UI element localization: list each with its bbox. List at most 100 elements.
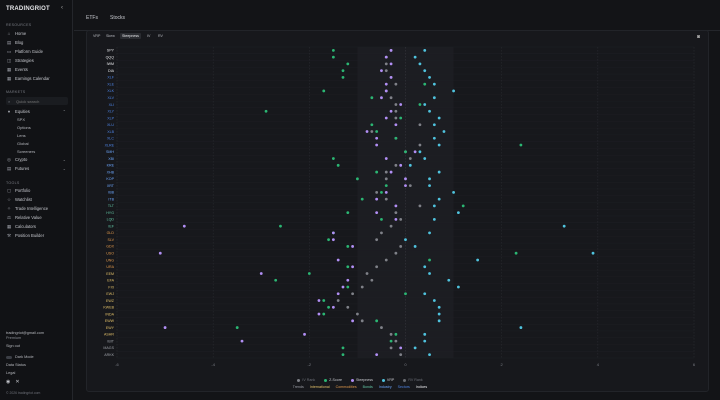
point-rank xyxy=(408,184,412,187)
y-tick-label: XLY xyxy=(107,110,114,114)
legend-item[interactable]: IV Rank xyxy=(297,378,315,382)
point-steepness xyxy=(380,96,383,100)
point-zscore xyxy=(423,82,427,86)
legend-group-indices[interactable]: Indices xyxy=(416,385,427,389)
point-steepness xyxy=(384,55,388,59)
legend-item[interactable]: VRP xyxy=(381,378,394,382)
y-tick-label: XLE xyxy=(107,82,114,86)
point-rank xyxy=(380,326,383,329)
point-zscore xyxy=(418,103,422,106)
y-tick-label: QQQ xyxy=(106,55,115,59)
point-rank xyxy=(389,96,393,100)
point-zscore xyxy=(336,163,340,167)
point-vrp xyxy=(423,103,427,106)
point-vrp xyxy=(423,339,427,343)
legend-item[interactable]: RV Rank xyxy=(403,378,423,382)
y-tick-label: ASHR xyxy=(104,333,114,337)
point-vrp xyxy=(437,143,441,147)
point-steepness xyxy=(384,157,388,160)
legend-group-bonds[interactable]: Bonds xyxy=(363,385,373,389)
point-vrp xyxy=(432,123,436,127)
point-rank xyxy=(375,265,379,269)
y-tick-label: XLC xyxy=(107,137,114,141)
point-steepness xyxy=(375,353,379,357)
point-zscore xyxy=(322,299,326,302)
point-vrp xyxy=(432,136,436,140)
point-zscore xyxy=(322,312,326,316)
point-zscore xyxy=(327,305,330,309)
point-vrp xyxy=(428,109,431,113)
point-steepness xyxy=(394,218,398,221)
legend-group-international[interactable]: International xyxy=(310,385,330,389)
point-vrp xyxy=(437,116,441,120)
point-steepness xyxy=(331,231,335,235)
point-zscore xyxy=(370,96,374,100)
point-rank xyxy=(399,353,403,357)
legend-group-industry[interactable]: Industry xyxy=(379,385,392,389)
point-steepness xyxy=(240,339,244,343)
y-tick-label: IBB xyxy=(108,191,114,195)
point-rank xyxy=(370,130,374,133)
legend-item[interactable]: Steepness xyxy=(350,378,373,382)
y-tick-label: XLB xyxy=(107,130,114,134)
point-vrp xyxy=(428,76,431,79)
point-steepness xyxy=(404,177,407,181)
point-steepness xyxy=(259,272,263,275)
point-zscore xyxy=(375,170,379,174)
point-steepness xyxy=(375,136,379,140)
point-rank xyxy=(351,292,355,296)
point-vrp xyxy=(423,332,427,336)
point-zscore xyxy=(341,353,345,357)
point-rank xyxy=(375,190,379,194)
point-vrp xyxy=(432,96,436,100)
point-steepness xyxy=(351,319,355,323)
point-rank xyxy=(389,346,393,350)
chart-legend: IV Rank Z-Score Steepness VRP RV Rank Trends I… xyxy=(0,378,720,389)
y-tick-label: GDX xyxy=(106,245,114,249)
point-rank xyxy=(384,62,388,66)
y-tick-label: FXI xyxy=(108,285,114,289)
y-tick-label: XHB xyxy=(107,170,115,174)
point-vrp xyxy=(428,177,431,181)
point-rank xyxy=(394,251,398,255)
y-tick-label: DIA xyxy=(108,69,115,73)
point-zscore xyxy=(380,218,383,221)
point-vrp xyxy=(442,130,446,133)
x-tick-label: -2 xyxy=(308,362,312,367)
y-tick-label: ARKK xyxy=(104,353,114,357)
x-tick-label: 4 xyxy=(597,362,600,367)
point-steepness xyxy=(384,82,388,86)
point-vrp xyxy=(519,326,523,329)
point-steepness xyxy=(351,265,355,269)
legend-group-trends[interactable]: Trends xyxy=(293,385,304,389)
point-rank xyxy=(380,231,383,235)
point-steepness xyxy=(375,197,379,201)
point-vrp xyxy=(432,299,436,302)
y-tick-label: LQD xyxy=(107,218,115,222)
point-zscore xyxy=(346,265,350,269)
point-steepness xyxy=(375,211,379,215)
point-rank xyxy=(394,116,398,120)
y-tick-label: HYG xyxy=(106,211,114,215)
legend-group-commodities[interactable]: Commodities xyxy=(336,385,357,389)
point-vrp xyxy=(452,190,455,194)
point-steepness xyxy=(389,76,393,79)
legend-groups-row: Trends International Commodities Bonds Indus… xyxy=(0,385,720,389)
x-tick-label: -4 xyxy=(211,362,215,367)
point-zscore xyxy=(461,204,465,208)
point-zscore xyxy=(322,89,326,93)
point-vrp xyxy=(423,292,427,296)
y-tick-label: UNG xyxy=(106,258,114,262)
point-vrp xyxy=(423,265,427,269)
point-rank xyxy=(384,177,388,181)
y-tick-label: IBIT xyxy=(107,339,114,343)
legend-group-sectors[interactable]: Sectors xyxy=(398,385,410,389)
point-steepness xyxy=(375,143,379,147)
point-rank xyxy=(336,299,340,302)
legend-item[interactable]: Z-Score xyxy=(324,378,342,382)
point-steepness xyxy=(399,346,403,350)
point-vrp xyxy=(437,170,441,174)
point-vrp xyxy=(423,48,427,52)
point-steepness xyxy=(394,123,398,127)
y-tick-label: EFA xyxy=(107,279,114,283)
